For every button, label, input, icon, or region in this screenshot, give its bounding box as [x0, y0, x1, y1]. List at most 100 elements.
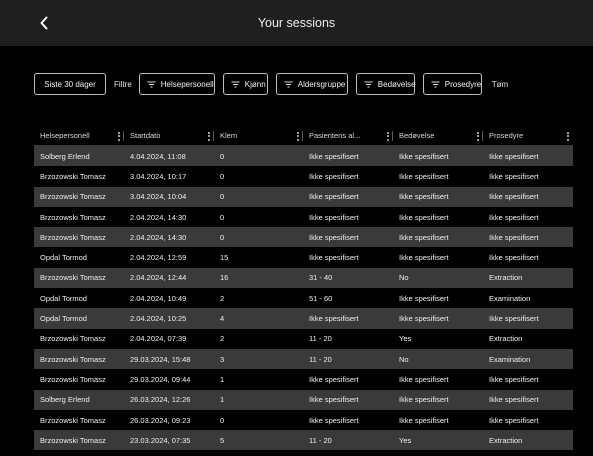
table-cell: Ikke spesifisert	[489, 192, 539, 202]
table-cell: Ikke spesifisert	[489, 374, 539, 384]
table-cell: Examination	[489, 354, 531, 364]
column-header-label: Helsepersonell	[40, 131, 90, 140]
table-cell: Ikke spesifisert	[309, 192, 359, 202]
table-cell: 31 - 40	[309, 273, 333, 283]
table-cell: 1	[220, 374, 225, 384]
filter-chip-label: Helsepersonell	[160, 79, 214, 89]
table-cell: Ikke spesifisert	[399, 415, 449, 425]
table-cell: 11 - 20	[309, 435, 332, 445]
table-cell: 2.04.2024, 10:49	[130, 293, 187, 303]
filter-chip-0[interactable]: Helsepersonell	[138, 73, 215, 95]
table-row[interactable]: Brzozowski Tomasz 2.04.2024, 12:44 16 31 - …	[34, 267, 573, 289]
filter-chip-label: Bedøvelse	[377, 79, 416, 89]
table-row[interactable]: Brzozowski Tomasz 3.04.2024, 10:04 0 Ikke s…	[34, 186, 573, 207]
filter-chip-3[interactable]: Bedøvelse	[355, 73, 416, 95]
table-cell: 51 - 60	[309, 293, 333, 303]
filter-chip-4[interactable]: Prosedyre	[422, 73, 482, 95]
table-header: Helsepersonell Startdato Klem Pasientens al…	[34, 126, 573, 146]
table-cell: Ikke spesifisert	[399, 374, 449, 384]
table-cell: Ikke spesifisert	[399, 212, 449, 222]
column-header[interactable]: Bedøvelse	[393, 126, 483, 146]
table-cell: Yes	[399, 435, 412, 445]
table-cell: 0	[220, 415, 225, 425]
table-cell: 2	[220, 293, 225, 303]
column-menu-icon[interactable]	[477, 131, 479, 141]
filter-chip-2[interactable]: Aldersgruppe	[275, 73, 348, 95]
table-cell: Ikke spesifisert	[489, 171, 539, 181]
table-row[interactable]: Solberg Erlend 4.04.2024, 11:08 0 Ikke spes…	[34, 146, 573, 167]
sessions-table: Helsepersonell Startdato Klem Pasientens al…	[34, 126, 573, 451]
table-cell: 3.04.2024, 10:04	[130, 192, 187, 202]
table-cell: 11 - 20	[309, 334, 332, 344]
table-row[interactable]: Brzozowski Tomasz 2.04.2024, 14:30 0 Ikke s…	[34, 227, 573, 248]
filter-chip-label: Aldersgruppe	[297, 79, 346, 89]
table-cell: Opdal Tormod	[40, 253, 87, 263]
table-cell: 2.04.2024, 12:44	[130, 273, 187, 283]
column-header-label: Prosedyre	[489, 131, 524, 140]
column-menu-icon[interactable]	[387, 131, 389, 141]
table-cell: 0	[220, 192, 225, 202]
filter-lines-icon	[284, 81, 293, 88]
table-cell: 4.04.2024, 11:08	[130, 151, 186, 161]
table-cell: Ikke spesifisert	[399, 253, 449, 263]
table-cell: Ikke spesifisert	[399, 171, 449, 181]
table-cell: Ikke spesifisert	[309, 232, 359, 242]
period-select-button[interactable]: Siste 30 dager	[34, 73, 106, 95]
table-cell: Ikke spesifisert	[489, 212, 539, 222]
table-row[interactable]: Brzozowski Tomasz 26.03.2024, 09:23 0 Ikke …	[34, 410, 573, 430]
column-header-label: Klem	[220, 131, 238, 140]
table-cell: Yes	[399, 334, 412, 344]
column-header[interactable]: Helsepersonell	[34, 126, 124, 146]
column-header[interactable]: Prosedyre	[483, 126, 573, 146]
table-cell: 2.04.2024, 07:39	[130, 334, 187, 344]
table-row[interactable]: Opdal Tormod 2.04.2024, 10:25 4 Ikke spesif…	[34, 308, 573, 329]
table-cell: Brzozowski Tomasz	[40, 354, 106, 364]
table-cell: Ikke spesifisert	[489, 314, 539, 324]
table-cell: 2.04.2024, 14:30	[130, 212, 187, 222]
column-header-label: Startdato	[130, 131, 161, 140]
filter-chip-1[interactable]: Kjønn	[222, 73, 268, 95]
table-cell: Ikke spesifisert	[309, 374, 359, 384]
table-cell: Ikke spesifisert	[399, 151, 449, 161]
table-row[interactable]: Brzozowski Tomasz 23.03.2024, 07:35 5 11 - …	[34, 430, 573, 451]
column-menu-icon[interactable]	[208, 131, 210, 141]
table-cell: Brzozowski Tomasz	[40, 273, 106, 283]
table-cell: 26.03.2024, 09:23	[130, 415, 191, 425]
table-cell: Ikke spesifisert	[309, 171, 359, 181]
table-row[interactable]: Opdal Tormod 2.04.2024, 10:49 2 51 - 60 Ikke…	[34, 288, 573, 308]
page-title: Your sessions	[257, 16, 336, 30]
column-menu-icon[interactable]	[567, 131, 569, 141]
table-row[interactable]: Solberg Erlend 26.03.2024, 12:26 1 Ikke spe…	[34, 389, 573, 410]
table-cell: Brzozowski Tomasz	[40, 334, 106, 344]
column-menu-icon[interactable]	[297, 131, 299, 141]
table-row[interactable]: Brzozowski Tomasz 3.04.2024, 10:17 0 Ikke s…	[34, 166, 573, 186]
table-cell: 4	[220, 314, 225, 324]
table-cell: 3.04.2024, 10:17	[130, 171, 187, 181]
table-cell: Brzozowski Tomasz	[40, 192, 106, 202]
table-cell: 29.03.2024, 09:44	[130, 374, 191, 384]
filter-lines-icon	[147, 81, 156, 88]
column-menu-icon[interactable]	[118, 131, 120, 141]
table-row[interactable]: Brzozowski Tomasz 2.04.2024, 07:39 2 11 - 2…	[34, 329, 573, 349]
table-row[interactable]: Opdal Tormod 2.04.2024, 12:59 15 Ikke spesi…	[34, 247, 573, 267]
table-cell: 0	[220, 171, 225, 181]
table-cell: Ikke spesifisert	[309, 212, 359, 222]
column-header[interactable]: Klem	[214, 126, 303, 146]
table-row[interactable]: Brzozowski Tomasz 2.04.2024, 14:30 0 Ikke s…	[34, 207, 573, 227]
clear-filters-button[interactable]: Tøm	[492, 80, 508, 89]
table-cell: Brzozowski Tomasz	[40, 374, 106, 384]
table-cell: Brzozowski Tomasz	[40, 171, 106, 181]
column-header[interactable]: Startdato	[124, 126, 214, 146]
table-cell: 15	[220, 253, 229, 263]
column-header[interactable]: Pasientens al...	[303, 126, 393, 146]
table-row[interactable]: Brzozowski Tomasz 29.03.2024, 09:44 1 Ikke …	[34, 369, 573, 389]
table-cell: Ikke spesifisert	[489, 395, 539, 405]
table-cell: 2	[220, 334, 225, 344]
table-cell: 5	[220, 435, 225, 445]
table-cell: Brzozowski Tomasz	[40, 435, 106, 445]
table-cell: Ikke spesifisert	[309, 314, 359, 324]
table-cell: 2.04.2024, 10:25	[130, 314, 187, 324]
filter-chip-label: Kjønn	[244, 79, 266, 89]
table-cell: Brzozowski Tomasz	[40, 212, 106, 222]
table-row[interactable]: Brzozowski Tomasz 29.03.2024, 15:48 3 11 - …	[34, 348, 573, 370]
